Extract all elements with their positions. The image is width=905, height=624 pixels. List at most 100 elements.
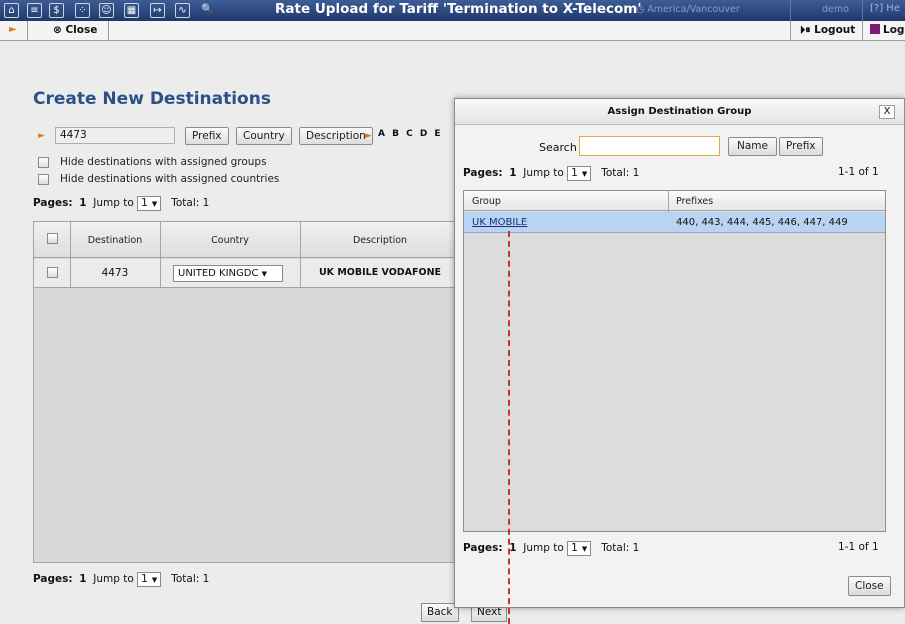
divider <box>160 222 161 288</box>
col-destination[interactable]: Destination <box>71 235 159 246</box>
hide-groups-label: Hide destinations with assigned groups <box>60 156 267 168</box>
col-prefixes[interactable]: Prefixes <box>676 196 713 207</box>
jump-label: Jump to <box>93 573 134 585</box>
total-count: Total: 1 <box>601 542 640 554</box>
log-label: Log <box>883 24 905 36</box>
jump-label: Jump to <box>523 542 564 554</box>
divider <box>27 21 28 41</box>
divider <box>862 0 863 21</box>
pager-page[interactable]: 1 <box>79 197 86 209</box>
help-link[interactable]: [?] He <box>870 3 900 14</box>
dollar-icon[interactable]: $ <box>49 3 64 18</box>
dialog-top-pager: Pages: 1 Jump to 1 ▼ Total: 1 <box>463 166 639 181</box>
log-button[interactable]: Log <box>870 24 904 36</box>
search-label: Search <box>539 141 577 154</box>
hide-countries-label: Hide destinations with assigned countrie… <box>60 173 280 185</box>
dialog-range: 1-1 of 1 <box>838 166 879 178</box>
divider <box>108 21 109 41</box>
home-icon[interactable]: ⌂ <box>4 3 19 18</box>
table-row[interactable]: UK MOBILE 440, 443, 444, 445, 446, 447, … <box>464 212 885 233</box>
dialog-close-button[interactable]: Close <box>848 576 891 596</box>
dialog-close-icon[interactable]: X <box>879 105 895 119</box>
jump-value: 1 <box>571 542 578 554</box>
jump-value: 1 <box>141 573 148 585</box>
divider <box>70 222 71 288</box>
hide-countries-checkbox[interactable] <box>38 174 49 185</box>
chevron-down-icon: ▼ <box>261 270 268 278</box>
prefix-filter-button[interactable]: Prefix <box>185 127 229 145</box>
top-bar: ⌂ ≡ $ ⁘ ☺ ▦ ↦ ∿ 🔍 Rate Upload for Tariff… <box>0 0 905 21</box>
pager-label: Pages: <box>33 573 73 585</box>
group-link[interactable]: UK MOBILE <box>472 217 527 228</box>
jump-select[interactable]: 1 ▼ <box>567 166 592 181</box>
divider <box>862 21 863 41</box>
search-by-prefix-button[interactable]: Prefix <box>779 137 823 156</box>
jump-select[interactable]: 1 ▼ <box>137 196 162 211</box>
export-icon[interactable]: ↦ <box>150 3 165 18</box>
back-button[interactable]: Back <box>421 603 459 622</box>
page-header-title: Rate Upload for Tariff 'Termination to X… <box>275 1 642 17</box>
chevron-down-icon: ▼ <box>151 200 158 208</box>
help-text: He <box>886 3 900 14</box>
alpha-arrow-icon: ► <box>365 131 372 141</box>
jump-label: Jump to <box>93 197 134 209</box>
pager-page[interactable]: 1 <box>79 573 86 585</box>
chevron-down-icon: ▼ <box>581 170 588 178</box>
pager-label: Pages: <box>463 167 503 179</box>
destination-filter-input[interactable]: 4473 <box>55 127 175 144</box>
calc-icon[interactable]: ▦ <box>124 3 139 18</box>
chevron-down-icon: ▼ <box>151 576 158 584</box>
dialog-bottom-pager: Pages: 1 Jump to 1 ▼ Total: 1 <box>463 541 639 556</box>
search-by-name-button[interactable]: Name <box>728 137 777 156</box>
annotation-arrow <box>508 231 512 624</box>
dialog-range: 1-1 of 1 <box>838 541 879 553</box>
pager-label: Pages: <box>33 197 73 209</box>
logout-icon: ⏵⏸ <box>800 24 811 36</box>
search-icon[interactable]: 🔍 <box>200 3 215 18</box>
log-icon <box>870 24 880 34</box>
top-pager: Pages: 1 Jump to 1 ▼ Total: 1 <box>33 196 209 211</box>
chart-icon[interactable]: ∿ <box>175 3 190 18</box>
grid-icon[interactable]: ⁘ <box>75 3 90 18</box>
timezone-link[interactable]: ◷ America/Vancouver <box>636 4 740 15</box>
pager-page[interactable]: 1 <box>509 167 516 179</box>
list-icon[interactable]: ≡ <box>27 3 42 18</box>
row-destination: 4473 <box>101 267 129 279</box>
country-select[interactable]: UNITED KINGDC ▼ <box>173 265 283 282</box>
divider <box>300 222 301 288</box>
groups-table: Group Prefixes UK MOBILE 440, 443, 444, … <box>463 190 886 532</box>
jump-select[interactable]: 1 ▼ <box>137 572 162 587</box>
search-input[interactable] <box>579 136 720 156</box>
total-count: Total: 1 <box>171 573 210 585</box>
hide-groups-checkbox[interactable] <box>38 157 49 168</box>
col-description[interactable]: Description <box>301 235 459 246</box>
play-icon: ► <box>9 24 17 35</box>
timezone-text: America/Vancouver <box>647 4 740 15</box>
row-prefixes: 440, 443, 444, 445, 446, 447, 449 <box>676 217 848 228</box>
action-toolbar: ► ⊗ Close ⏵⏸ Logout Log <box>0 21 905 41</box>
close-button-label: Close <box>65 24 98 36</box>
col-country[interactable]: Country <box>161 235 299 246</box>
country-value: UNITED KINGDC <box>178 268 259 279</box>
row-description: UK MOBILE VODAFONE <box>318 267 442 278</box>
divider <box>790 21 791 41</box>
select-all-checkbox[interactable] <box>47 233 58 244</box>
total-count: Total: 1 <box>171 197 210 209</box>
alphabet-filter[interactable]: A B C D E <box>378 129 443 139</box>
jump-value: 1 <box>141 197 148 209</box>
dialog-header: Assign Destination Group X <box>455 99 904 125</box>
table-header: Group Prefixes <box>464 191 885 211</box>
close-button[interactable]: ⊗ Close <box>53 24 97 36</box>
table-row[interactable]: 4473 UNITED KINGDC ▼ UK MOBILE VODAFONE <box>34 259 457 288</box>
filter-arrow-icon: ► <box>38 131 45 141</box>
jump-select[interactable]: 1 ▼ <box>567 541 592 556</box>
description-filter-button[interactable]: Description <box>299 127 373 145</box>
col-group[interactable]: Group <box>472 196 501 207</box>
jump-value: 1 <box>571 167 578 179</box>
country-filter-button[interactable]: Country <box>236 127 292 145</box>
logout-button[interactable]: ⏵⏸ Logout <box>800 24 855 37</box>
user-name: demo <box>822 4 849 15</box>
row-checkbox[interactable] <box>47 267 58 278</box>
jump-label: Jump to <box>523 167 564 179</box>
person-icon[interactable]: ☺ <box>99 3 114 18</box>
